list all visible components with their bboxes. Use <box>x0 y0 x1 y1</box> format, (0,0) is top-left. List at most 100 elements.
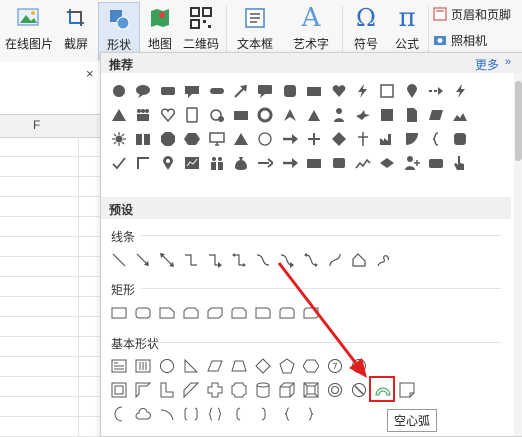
dashed-arrow-icon[interactable] <box>424 79 448 103</box>
diamond-outline-icon[interactable] <box>251 354 275 378</box>
spreadsheet-grid[interactable]: F <box>0 86 100 437</box>
cross-icon[interactable] <box>351 127 375 151</box>
scrollbar-thumb[interactable] <box>515 81 522 161</box>
double-bracket-icon[interactable] <box>179 402 203 426</box>
brace-icon[interactable] <box>424 127 448 151</box>
left-bracket-icon[interactable] <box>227 402 251 426</box>
lightning-icon[interactable] <box>351 79 375 103</box>
octagon-outline-icon[interactable]: 8 <box>347 354 371 378</box>
no-symbol-icon[interactable] <box>347 378 371 402</box>
rounded-rect-icon[interactable] <box>156 79 180 103</box>
document-icon[interactable] <box>400 103 424 127</box>
arrow-line-icon[interactable] <box>131 248 155 272</box>
curve-icon[interactable] <box>323 248 347 272</box>
half-frame-icon[interactable] <box>131 378 155 402</box>
rounded-box-icon[interactable] <box>448 127 472 151</box>
parallelogram-outline-icon[interactable] <box>203 354 227 378</box>
diagonal-stripe-icon[interactable] <box>179 378 203 402</box>
round-diagonal-rect-icon[interactable] <box>299 301 323 325</box>
cube-icon[interactable] <box>275 378 299 402</box>
freeform-icon[interactable] <box>347 248 371 272</box>
heart-outline-icon[interactable] <box>156 103 180 127</box>
round-two-corner-rect-icon[interactable] <box>275 301 299 325</box>
line-icon[interactable] <box>107 248 131 272</box>
right-brace-icon[interactable] <box>299 402 323 426</box>
text-box-shape-icon[interactable] <box>107 354 131 378</box>
plus-icon[interactable] <box>302 127 326 151</box>
screenshot-button[interactable]: 截屏 <box>58 2 94 58</box>
heptagon-icon[interactable]: 7 <box>323 354 347 378</box>
team-icon[interactable] <box>205 151 229 175</box>
donut-icon[interactable] <box>253 103 277 127</box>
heart-icon[interactable] <box>327 79 351 103</box>
triangle-icon[interactable] <box>107 103 131 127</box>
camera-button[interactable]: 照相机 <box>433 30 487 50</box>
factory-icon[interactable] <box>375 127 399 151</box>
elbow-arrow-icon[interactable] <box>203 248 227 272</box>
pin-icon[interactable] <box>400 79 424 103</box>
can-icon[interactable] <box>251 378 275 402</box>
double-brace-icon[interactable] <box>203 402 227 426</box>
snip-corner-rect-icon[interactable] <box>155 301 179 325</box>
circle-outline-icon[interactable] <box>253 127 277 151</box>
rect-shape-icon[interactable] <box>302 79 326 103</box>
textbox-button[interactable]: 文本框 <box>232 2 278 58</box>
rectangle-icon[interactable] <box>107 301 131 325</box>
panel-scrollbar[interactable] <box>514 73 522 436</box>
speech-oval-icon[interactable] <box>131 79 155 103</box>
formula-button[interactable]: π 公式 <box>390 2 424 58</box>
oval-icon[interactable] <box>155 354 179 378</box>
cloud-icon[interactable] <box>131 402 155 426</box>
hexagon-icon[interactable] <box>180 127 204 151</box>
donut-outline-icon[interactable] <box>323 378 347 402</box>
more-arrow-icon[interactable]: » <box>505 56 511 68</box>
elbow-double-arrow-icon[interactable] <box>227 248 251 272</box>
frame-icon[interactable] <box>107 378 131 402</box>
checkmark-icon[interactable] <box>107 151 131 175</box>
elbow-connector-icon[interactable] <box>179 248 203 272</box>
rect-rounded-small-icon[interactable] <box>424 151 448 175</box>
rect-banner-icon[interactable] <box>302 151 326 175</box>
l-shape-icon[interactable] <box>155 378 179 402</box>
round-one-corner-rect-icon[interactable] <box>251 301 275 325</box>
arrow-right-icon[interactable] <box>253 151 277 175</box>
hexagon-outline-icon[interactable] <box>299 354 323 378</box>
grid-cells[interactable] <box>0 137 100 437</box>
chart-board-icon[interactable] <box>180 151 204 175</box>
curved-connector-icon[interactable] <box>251 248 275 272</box>
triangle-up-icon[interactable] <box>229 127 253 151</box>
curved-double-arrow-icon[interactable] <box>299 248 323 272</box>
plaque-icon[interactable] <box>227 378 251 402</box>
right-arrow-icon[interactable] <box>278 127 302 151</box>
person-icon[interactable] <box>327 103 351 127</box>
square-outline-icon[interactable] <box>375 79 399 103</box>
rounded-rectangle-icon[interactable] <box>131 301 155 325</box>
column-header[interactable]: F <box>0 114 100 138</box>
scribble-icon[interactable] <box>371 248 395 272</box>
diamond-wide-icon[interactable] <box>375 151 399 175</box>
arc-icon[interactable] <box>155 402 179 426</box>
qrcode-button[interactable]: 二维码 <box>180 2 222 58</box>
symbol-button[interactable]: Ω 符号 <box>346 2 386 58</box>
location-icon[interactable] <box>156 151 180 175</box>
sun-icon[interactable] <box>107 127 131 151</box>
online-picture-button[interactable]: 在线图片 <box>4 2 54 58</box>
parallelogram-icon[interactable] <box>424 103 448 127</box>
money-bag-icon[interactable] <box>229 151 253 175</box>
more-link[interactable]: 更多 <box>475 56 499 73</box>
diagonal-arrow-icon[interactable] <box>229 79 253 103</box>
monitor-icon[interactable] <box>205 127 229 151</box>
tablet-icon[interactable] <box>180 103 204 127</box>
globe-person-icon[interactable] <box>205 103 229 127</box>
pill-shape-icon[interactable] <box>205 79 229 103</box>
folded-corner-icon[interactable] <box>395 378 419 402</box>
vertical-text-box-icon[interactable] <box>131 354 155 378</box>
cross-shape-icon[interactable] <box>203 378 227 402</box>
bevel-icon[interactable] <box>299 378 323 402</box>
lightning-small-icon[interactable] <box>448 79 472 103</box>
add-person-icon[interactable] <box>400 151 424 175</box>
double-arrow-line-icon[interactable] <box>155 248 179 272</box>
diamond-icon[interactable] <box>327 127 351 151</box>
callout-rect-icon[interactable] <box>180 79 204 103</box>
map-button[interactable]: 地图 <box>144 2 176 58</box>
